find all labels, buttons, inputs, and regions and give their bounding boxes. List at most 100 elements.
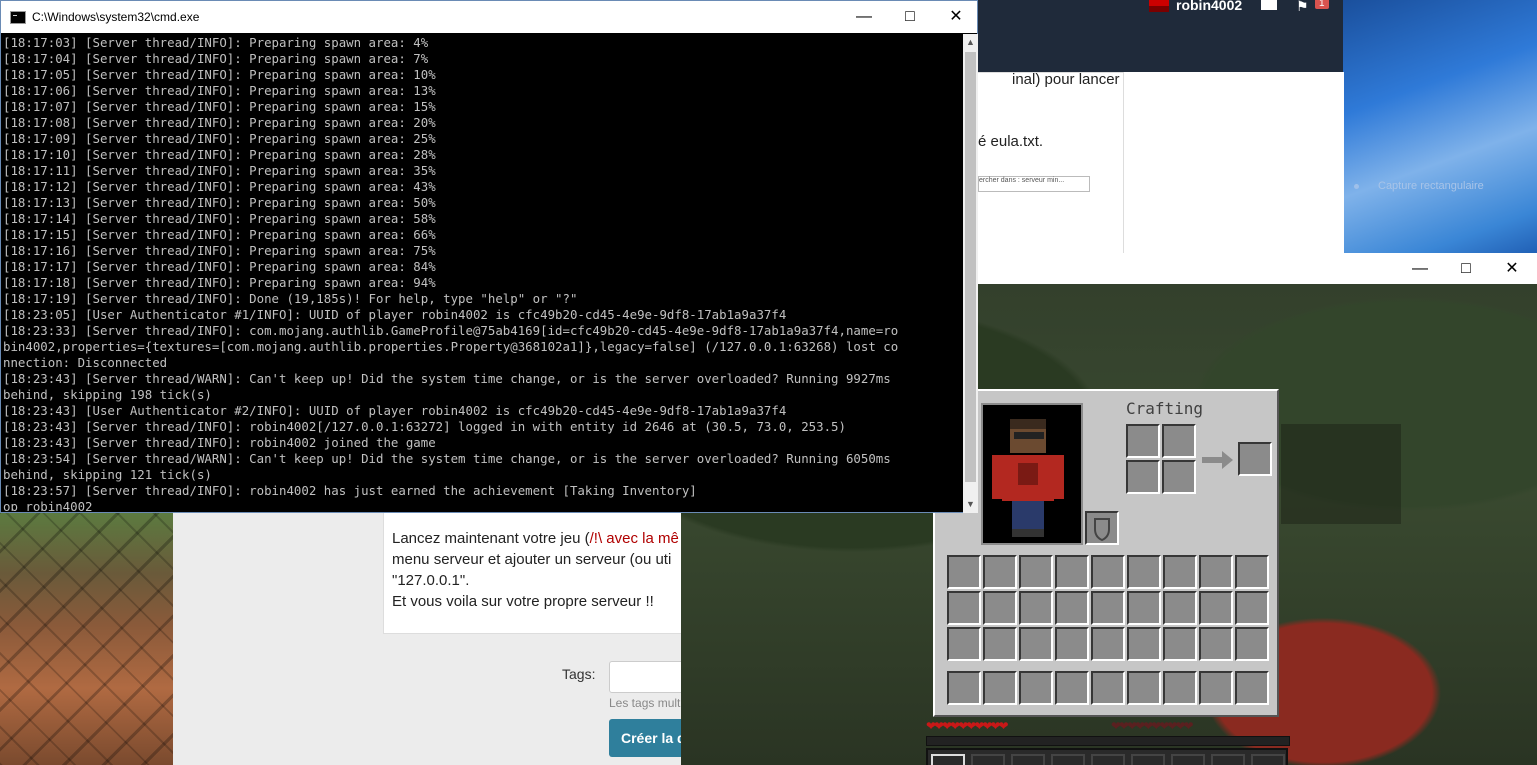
- inventory-hotbar-slot[interactable]: [1091, 671, 1125, 705]
- create-discussion-button[interactable]: Créer la d: [609, 719, 689, 757]
- tags-input[interactable]: [609, 661, 691, 693]
- console-scrollbar[interactable]: ▲ ▼: [963, 34, 978, 513]
- inventory-slot[interactable]: [947, 591, 981, 625]
- offhand-slot[interactable]: [1085, 511, 1119, 545]
- tree-foliage: [1281, 424, 1401, 524]
- console-line: [18:17:18] [Server thread/INFO]: Prepari…: [3, 275, 436, 290]
- minimize-icon[interactable]: —: [841, 1, 887, 33]
- console-line: [18:23:43] [Server thread/WARN]: Can't k…: [3, 371, 891, 386]
- hud-hotbar-slot[interactable]: [931, 754, 965, 765]
- hud-hotbar-slot[interactable]: [971, 754, 1005, 765]
- cmd-window[interactable]: C:\Windows\system32\cmd.exe — □ ✕ [18:17…: [0, 0, 978, 513]
- inventory-slot[interactable]: [983, 591, 1017, 625]
- console-line: [18:17:06] [Server thread/INFO]: Prepari…: [3, 83, 436, 98]
- inventory-slot[interactable]: [1055, 555, 1089, 589]
- hud-hotbar-slot[interactable]: [1051, 754, 1085, 765]
- console-line: [18:17:12] [Server thread/INFO]: Prepari…: [3, 179, 436, 194]
- console-line: [18:23:54] [Server thread/WARN]: Can't k…: [3, 451, 891, 466]
- inventory-slot[interactable]: [1019, 555, 1053, 589]
- console-line: behind, skipping 121 tick(s): [3, 467, 212, 482]
- inventory-hotbar-slot[interactable]: [1163, 671, 1197, 705]
- minecraft-titlebar[interactable]: — □ ✕: [977, 253, 1537, 284]
- inventory-hotbar-slot[interactable]: [947, 671, 981, 705]
- hud-hotbar-slot[interactable]: [1251, 754, 1285, 765]
- notification-badge: 1: [1315, 0, 1329, 9]
- cmd-window-title: C:\Windows\system32\cmd.exe: [32, 10, 200, 24]
- minecraft-wallpaper: [0, 510, 173, 765]
- hud-hotbar-slot[interactable]: [1171, 754, 1205, 765]
- crafting-slot[interactable]: [1126, 460, 1160, 494]
- inventory-slot[interactable]: [1019, 591, 1053, 625]
- tags-label: Tags:: [562, 666, 596, 682]
- scrollbar-thumb[interactable]: [965, 52, 976, 482]
- console-line: [18:17:09] [Server thread/INFO]: Prepari…: [3, 131, 436, 146]
- arrow-right-icon: [1202, 451, 1233, 469]
- console-line: [18:23:33] [Server thread/INFO]: com.moj…: [3, 323, 899, 338]
- crafting-slot[interactable]: [1126, 424, 1160, 458]
- close-icon[interactable]: ✕: [933, 1, 979, 33]
- inventory-slot[interactable]: [1127, 555, 1161, 589]
- inventory-slot[interactable]: [1235, 627, 1269, 661]
- health-bar: ❤❤❤❤❤❤❤❤❤❤: [926, 719, 1009, 733]
- paragraph-line: Lancez maintenant votre jeu (/!\ avec la…: [392, 530, 679, 547]
- inventory-slot[interactable]: [983, 627, 1017, 661]
- search-input[interactable]: ercher dans : serveur min...: [978, 176, 1090, 192]
- inventory-hotbar-slot[interactable]: [1019, 671, 1053, 705]
- inventory-slot[interactable]: [1235, 591, 1269, 625]
- experience-bar: [926, 736, 1290, 746]
- inventory-slot[interactable]: [1199, 555, 1233, 589]
- console-line: [18:23:43] [User Authenticator #2/INFO]:…: [3, 403, 787, 418]
- inventory-slot[interactable]: [1055, 591, 1089, 625]
- inventory-slot[interactable]: [1127, 627, 1161, 661]
- hud-hotbar-slot[interactable]: [1211, 754, 1245, 765]
- inventory-hotbar-slot[interactable]: [1055, 671, 1089, 705]
- inventory-slot[interactable]: [1091, 555, 1125, 589]
- console-line: [18:17:17] [Server thread/INFO]: Prepari…: [3, 259, 436, 274]
- inventory-slot[interactable]: [947, 555, 981, 589]
- crafting-result-slot[interactable]: [1238, 442, 1272, 476]
- inventory-slot[interactable]: [947, 627, 981, 661]
- inventory-slot[interactable]: [1199, 591, 1233, 625]
- desktop-wallpaper: [1340, 0, 1537, 260]
- inventory-hotbar-slot[interactable]: [1127, 671, 1161, 705]
- inventory-panel: Crafting: [933, 389, 1279, 717]
- inventory-hotbar-slot[interactable]: [1199, 671, 1233, 705]
- paragraph-line: menu serveur et ajouter un serveur (ou u…: [392, 551, 672, 568]
- paragraph-fragment: inal) pour lancer: [1012, 71, 1120, 88]
- bullet-icon: [1354, 184, 1359, 189]
- scroll-up-icon[interactable]: ▲: [963, 34, 978, 51]
- username-link[interactable]: robin4002: [1176, 0, 1242, 13]
- inventory-slot[interactable]: [1019, 627, 1053, 661]
- hud-hotbar-slot[interactable]: [1091, 754, 1125, 765]
- inventory-slot[interactable]: [1055, 627, 1089, 661]
- crafting-slot[interactable]: [1162, 460, 1196, 494]
- inventory-slot[interactable]: [1163, 627, 1197, 661]
- player-avatar-icon: [992, 419, 1064, 537]
- crafting-slot[interactable]: [1162, 424, 1196, 458]
- cmd-titlebar[interactable]: C:\Windows\system32\cmd.exe — □ ✕: [1, 1, 977, 33]
- mail-icon[interactable]: [1261, 0, 1277, 10]
- scroll-down-icon[interactable]: ▼: [963, 496, 978, 513]
- hud-hotbar-slot[interactable]: [1011, 754, 1045, 765]
- inventory-slot[interactable]: [1235, 555, 1269, 589]
- hud-hotbar-slot[interactable]: [1131, 754, 1165, 765]
- minimize-icon[interactable]: —: [1397, 253, 1443, 285]
- inventory-slot[interactable]: [1163, 555, 1197, 589]
- inventory-slot[interactable]: [1091, 591, 1125, 625]
- flag-notification-icon[interactable]: ⚑: [1296, 0, 1309, 15]
- console-line: [18:17:16] [Server thread/INFO]: Prepari…: [3, 243, 436, 258]
- inventory-hotbar-slot[interactable]: [983, 671, 1017, 705]
- console-output[interactable]: [18:17:03] [Server thread/INFO]: Prepari…: [3, 35, 961, 511]
- inventory-slot[interactable]: [1127, 591, 1161, 625]
- inventory-slot[interactable]: [1163, 591, 1197, 625]
- maximize-icon[interactable]: □: [887, 1, 933, 33]
- hud-hotbar[interactable]: [926, 748, 1288, 765]
- inventory-slot[interactable]: [1199, 627, 1233, 661]
- inventory-hotbar-slot[interactable]: [1235, 671, 1269, 705]
- inventory-slot[interactable]: [1091, 627, 1125, 661]
- inventory-slot[interactable]: [983, 555, 1017, 589]
- maximize-icon[interactable]: □: [1443, 253, 1489, 285]
- close-icon[interactable]: ✕: [1489, 253, 1535, 285]
- console-line: [18:17:15] [Server thread/INFO]: Prepari…: [3, 227, 436, 242]
- console-line: [18:17:07] [Server thread/INFO]: Prepari…: [3, 99, 436, 114]
